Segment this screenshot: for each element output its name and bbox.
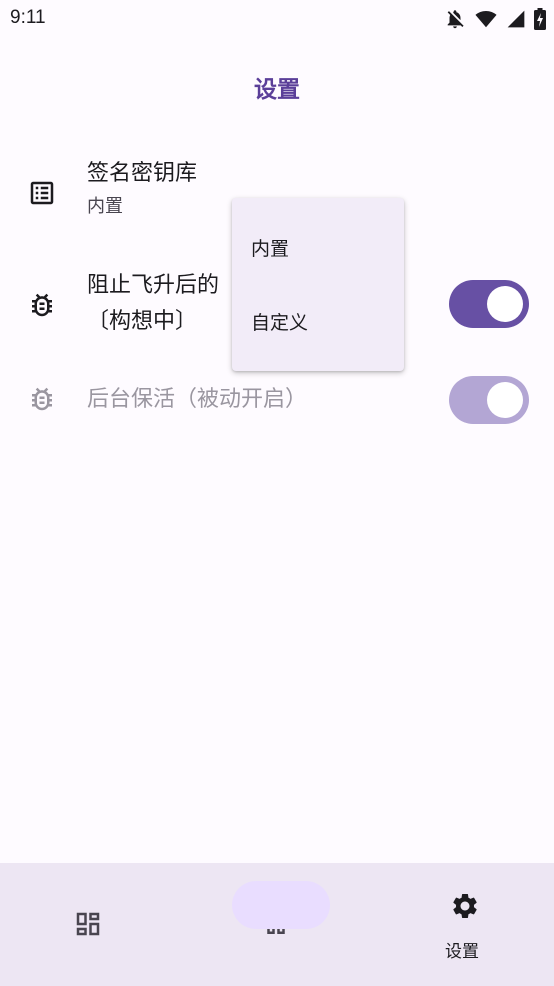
keep-alive-setting: 后台保活（被动开启） [0,370,554,430]
bug-icon [32,387,52,411]
nav-selected-indicator [232,881,330,929]
prevent-upgrade-title-line1: 阻止飞升后的 [87,273,220,298]
cell-signal-icon [507,10,525,28]
status-bar: 9:11 [0,0,554,40]
menu-item-custom[interactable]: 自定义 [232,299,404,347]
keep-alive-title: 后台保活（被动开启） [87,387,308,412]
battery-charging-icon [534,8,546,30]
wifi-icon [475,11,497,28]
keep-alive-toggle [449,376,529,424]
nav-item-dashboard[interactable] [0,863,184,986]
keystore-text: 签名密钥库 内置 [87,156,197,222]
keystore-title: 签名密钥库 [87,161,198,186]
keystore-list-icon [30,181,54,205]
prevent-upgrade-text: 阻止飞升后的 〔构想中〕 [87,268,219,340]
toggle-thumb [487,382,523,418]
page-title: 设置 [254,77,300,103]
bug-icon [32,293,52,317]
status-icons [444,8,546,30]
dashboard-icon [76,912,100,936]
prevent-upgrade-title-line2: 〔构想中〕 [87,309,198,334]
notifications-off-icon [447,10,464,29]
keystore-value: 内置 [87,196,123,217]
status-time: 9:11 [10,7,46,28]
nav-item-settings[interactable]: 设置 [370,863,554,986]
bottom-navigation: 设置 [0,863,554,986]
menu-item-builtin[interactable]: 内置 [232,225,404,273]
keep-alive-text: 后台保活（被动开启） [87,382,307,418]
prevent-upgrade-toggle[interactable] [449,280,529,328]
gear-icon [453,894,477,918]
toggle-thumb [487,286,523,322]
keystore-dropdown-menu: 内置 自定义 [232,198,404,371]
nav-label-settings: 设置 [445,942,479,962]
